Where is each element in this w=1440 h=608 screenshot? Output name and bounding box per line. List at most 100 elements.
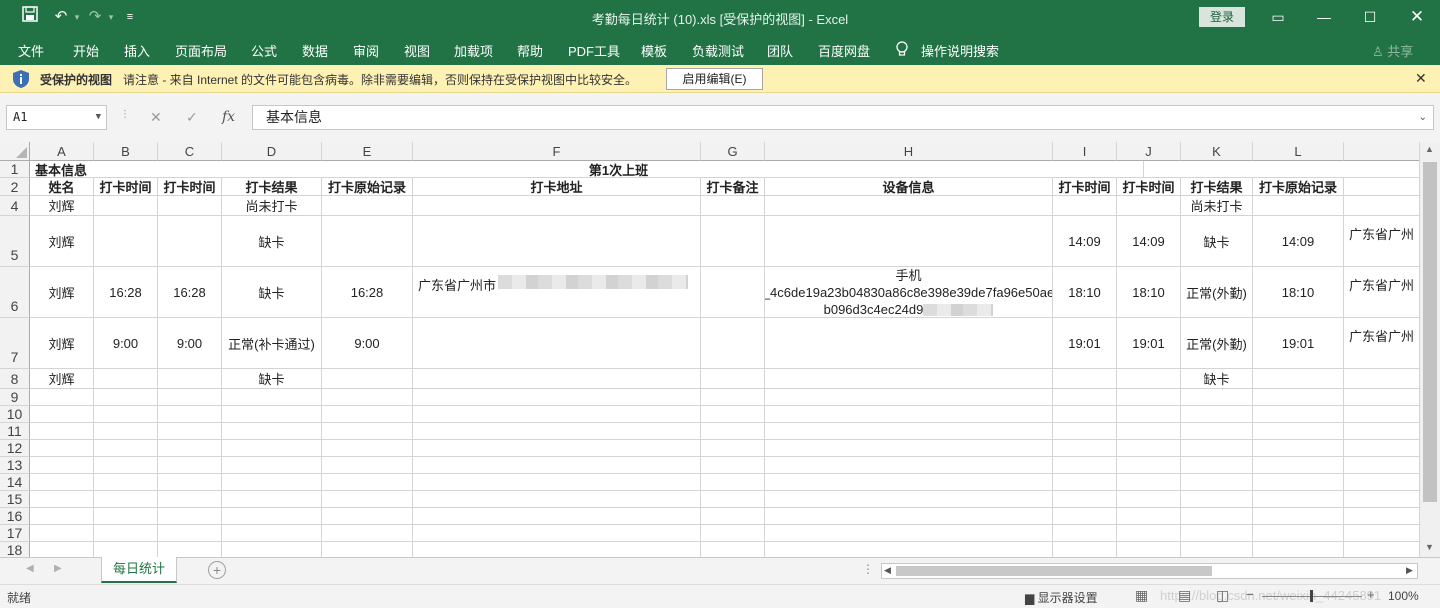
cell-time[interactable]: 9:00 [322,318,413,369]
horizontal-scrollbar[interactable]: ◀ ▶ [881,563,1418,579]
cell-time[interactable]: 19:01 [1053,318,1117,369]
add-sheet-icon[interactable]: + [208,561,226,579]
cell[interactable] [765,369,1053,389]
scroll-up-icon[interactable]: ▲ [1425,144,1434,154]
cell[interactable] [94,369,158,389]
zoom-level[interactable]: 100% [1388,589,1419,603]
cell[interactable] [413,216,701,267]
name-box[interactable]: A1 ▼ [6,105,107,130]
cell-address[interactable]: 广东省广州 [1344,267,1420,318]
worksheet-grid[interactable]: A B C D E F G H I J K L 1 2 4 5 6 7 8 9 … [0,142,1440,557]
cell-device-info[interactable]: 手机 _4c6de19a23b04830a86c8e398e39de7fa96e… [765,267,1053,318]
formula-input[interactable]: 基本信息 ⌄ [252,105,1434,130]
cell-time[interactable]: 14:09 [1253,216,1344,267]
minimize-icon[interactable]: — [1301,0,1347,34]
cell-time[interactable]: 19:01 [1117,318,1181,369]
cell-time[interactable]: 16:28 [158,267,222,318]
cell-time[interactable]: 18:10 [1253,267,1344,318]
share-button[interactable]: ♙ 共享 [1372,41,1413,60]
cell-result[interactable]: 正常(外勤) [1181,267,1253,318]
display-settings-button[interactable]: ▆ 显示器设置 [1025,589,1098,606]
row-header-4[interactable]: 4 [0,196,30,216]
tab-review[interactable]: 审阅 [353,41,379,60]
scroll-down-icon[interactable]: ▼ [1425,542,1434,552]
tell-me-search[interactable]: 操作说明搜索 [921,41,999,60]
column-header-a[interactable]: A [30,142,94,161]
cell-result[interactable]: 缺卡 [222,216,322,267]
ribbon-display-icon[interactable]: ▭ [1255,0,1301,34]
header-cell[interactable]: 打卡原始记录 [322,178,413,196]
cell-name[interactable]: 刘辉 [30,196,94,216]
cell[interactable] [413,369,701,389]
cell[interactable] [701,318,765,369]
sheet-tab-daily-stats[interactable]: 每日统计 [101,557,177,583]
cell-result[interactable]: 缺卡 [222,267,322,318]
prev-sheet-icon[interactable]: ◀ [26,563,34,574]
cell-time[interactable]: 16:28 [322,267,413,318]
header-cell[interactable]: 打卡原始记录 [1253,178,1344,196]
cancel-icon[interactable]: ✕ [150,109,162,126]
tab-load-test[interactable]: 负载测试 [692,41,744,60]
cell[interactable] [322,369,413,389]
cell[interactable] [765,318,1053,369]
cell[interactable] [1053,196,1117,216]
row-header-2[interactable]: 2 [0,178,30,196]
cell-time[interactable]: 14:09 [1053,216,1117,267]
cell-a1[interactable]: 基本信息 [30,161,94,178]
column-header-c[interactable]: C [158,142,222,161]
zoom-slider-thumb[interactable] [1310,590,1313,602]
tab-help[interactable]: 帮助 [517,41,543,60]
page-break-view-icon[interactable]: ◫ [1216,587,1229,604]
row-header-15[interactable]: 15 [0,491,30,508]
column-header-i[interactable]: I [1053,142,1117,161]
row-header-7[interactable]: 7 [0,318,30,369]
zoom-in-icon[interactable]: + [1367,587,1375,602]
tab-insert[interactable]: 插入 [124,41,150,60]
header-cell[interactable]: 打卡时间 [158,178,222,196]
column-header-m[interactable] [1344,142,1420,161]
tab-view[interactable]: 视图 [404,41,430,60]
header-cell[interactable]: 姓名 [30,178,94,196]
cell[interactable] [1344,178,1420,196]
cell[interactable] [413,318,701,369]
cell-address[interactable]: 广东省广州 [1344,318,1420,369]
next-sheet-icon[interactable]: ▶ [54,563,62,574]
cell[interactable] [322,216,413,267]
cell-first-shift-merged[interactable]: 第1次上班 [94,161,1144,178]
cell[interactable] [1344,369,1420,389]
row-header-8[interactable]: 8 [0,369,30,389]
cell[interactable] [765,196,1053,216]
cell-result[interactable]: 尚未打卡 [1181,196,1253,216]
cell[interactable] [701,216,765,267]
header-cell[interactable]: 打卡时间 [1053,178,1117,196]
cell-time[interactable]: 16:28 [94,267,158,318]
tab-page-layout[interactable]: 页面布局 [175,41,227,60]
cell-time[interactable]: 19:01 [1253,318,1344,369]
column-header-g[interactable]: G [701,142,765,161]
cell-row1-rest[interactable] [1144,161,1420,178]
chevron-down-icon[interactable]: ▼ [96,106,101,129]
cell-result[interactable]: 缺卡 [1181,369,1253,389]
cell[interactable] [413,196,701,216]
cell[interactable] [701,267,765,318]
row-header-18[interactable]: 18 [0,542,30,557]
header-cell[interactable]: 打卡地址 [413,178,701,196]
cell-name[interactable]: 刘辉 [30,216,94,267]
cell-result[interactable]: 正常(外勤) [1181,318,1253,369]
row-header-17[interactable]: 17 [0,525,30,542]
empty-rows[interactable] [30,389,1420,557]
header-cell[interactable]: 打卡时间 [1117,178,1181,196]
column-header-e[interactable]: E [322,142,413,161]
cell-address[interactable]: 广东省广州 [1344,216,1420,267]
close-icon[interactable]: ✕ [1394,0,1440,34]
cell-time[interactable]: 9:00 [94,318,158,369]
cell[interactable] [1253,196,1344,216]
cell[interactable] [1253,369,1344,389]
enter-icon[interactable]: ✓ [186,109,198,126]
cell-name[interactable]: 刘辉 [30,318,94,369]
select-all-corner[interactable] [0,142,30,161]
page-layout-view-icon[interactable]: ▤ [1178,587,1191,604]
header-cell[interactable]: 打卡时间 [94,178,158,196]
horizontal-scroll-thumb[interactable] [896,566,1212,576]
cell[interactable] [94,216,158,267]
